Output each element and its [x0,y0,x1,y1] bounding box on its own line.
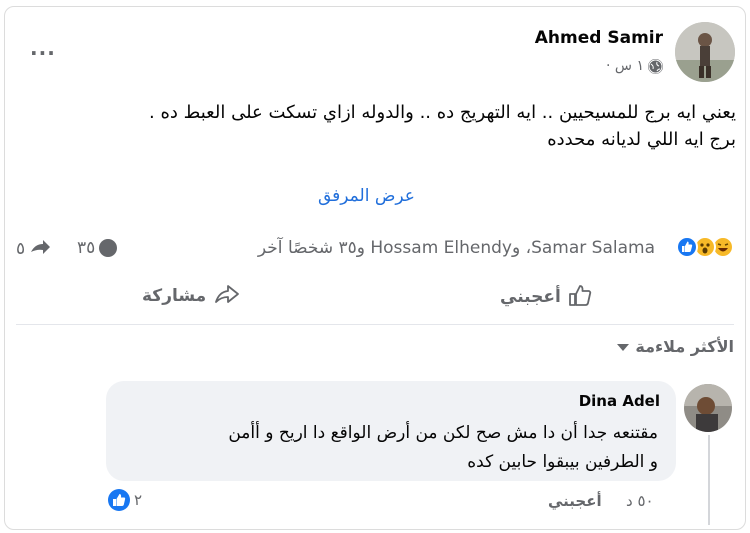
shares-count[interactable]: ٥ [16,238,51,260]
share-icon [214,283,240,309]
avatar-photo [675,22,735,82]
post-text-line-2: برج ايه اللي لديانه محدده [547,129,736,150]
shares-count-value: ٥ [16,239,26,259]
globe-icon [648,58,663,74]
like-button[interactable]: أعجبني [500,283,593,311]
comment-like-button[interactable]: أعجبني [548,492,602,510]
comment-text-line-1: مقتنعه جدا أن دا مش صح لكن من أرض الواقع… [228,423,658,443]
reactions-summary[interactable]: Samar Salama، وHossam Elhendy و٣٥ شخصًا … [258,238,655,258]
share-button[interactable]: مشاركة [142,283,240,309]
commenter-avatar[interactable] [684,384,732,432]
post-time[interactable]: ١ س · [606,58,644,74]
more-options-icon: ... [30,36,56,60]
post-text-line-1: يعني ايه برج للمسيحيين .. ايه التهريج ده… [149,102,736,123]
comment-text-line-2: و الطرفين بيبقوا حابين كده [467,452,658,472]
author-name[interactable]: Ahmed Samir [535,28,663,48]
post-meta: ١ س · [606,58,663,74]
comment-sort-dropdown[interactable]: الأكثر ملاءمة [617,337,734,356]
thumbs-up-icon [567,283,593,311]
divider [16,324,734,325]
reaction-icons[interactable] [676,236,734,258]
comments-count[interactable]: ٣٥ [77,238,118,258]
caret-down-icon [617,337,630,356]
author-avatar[interactable] [675,22,735,82]
comment-bubble-icon [99,239,118,257]
comment-reactions[interactable]: ٢ [108,489,142,511]
comments-count-value: ٣٥ [77,238,96,258]
comment-time[interactable]: ٥٠ د [626,492,654,510]
comment-thread-line [708,435,710,525]
commenter-avatar-photo [684,384,732,432]
commenter-name[interactable]: Dina Adel [579,392,660,410]
comment-like-reaction-icon [108,489,130,511]
more-options-button[interactable]: ... [30,38,56,58]
comment-sort-label: الأكثر ملاءمة [635,337,734,356]
like-reaction-icon [676,236,698,258]
like-button-label: أعجبني [500,287,561,307]
share-arrow-icon [29,238,51,260]
see-attachment-link[interactable]: عرض المرفق [318,186,415,206]
comment-reaction-count: ٢ [134,491,143,509]
share-button-label: مشاركة [142,286,207,306]
